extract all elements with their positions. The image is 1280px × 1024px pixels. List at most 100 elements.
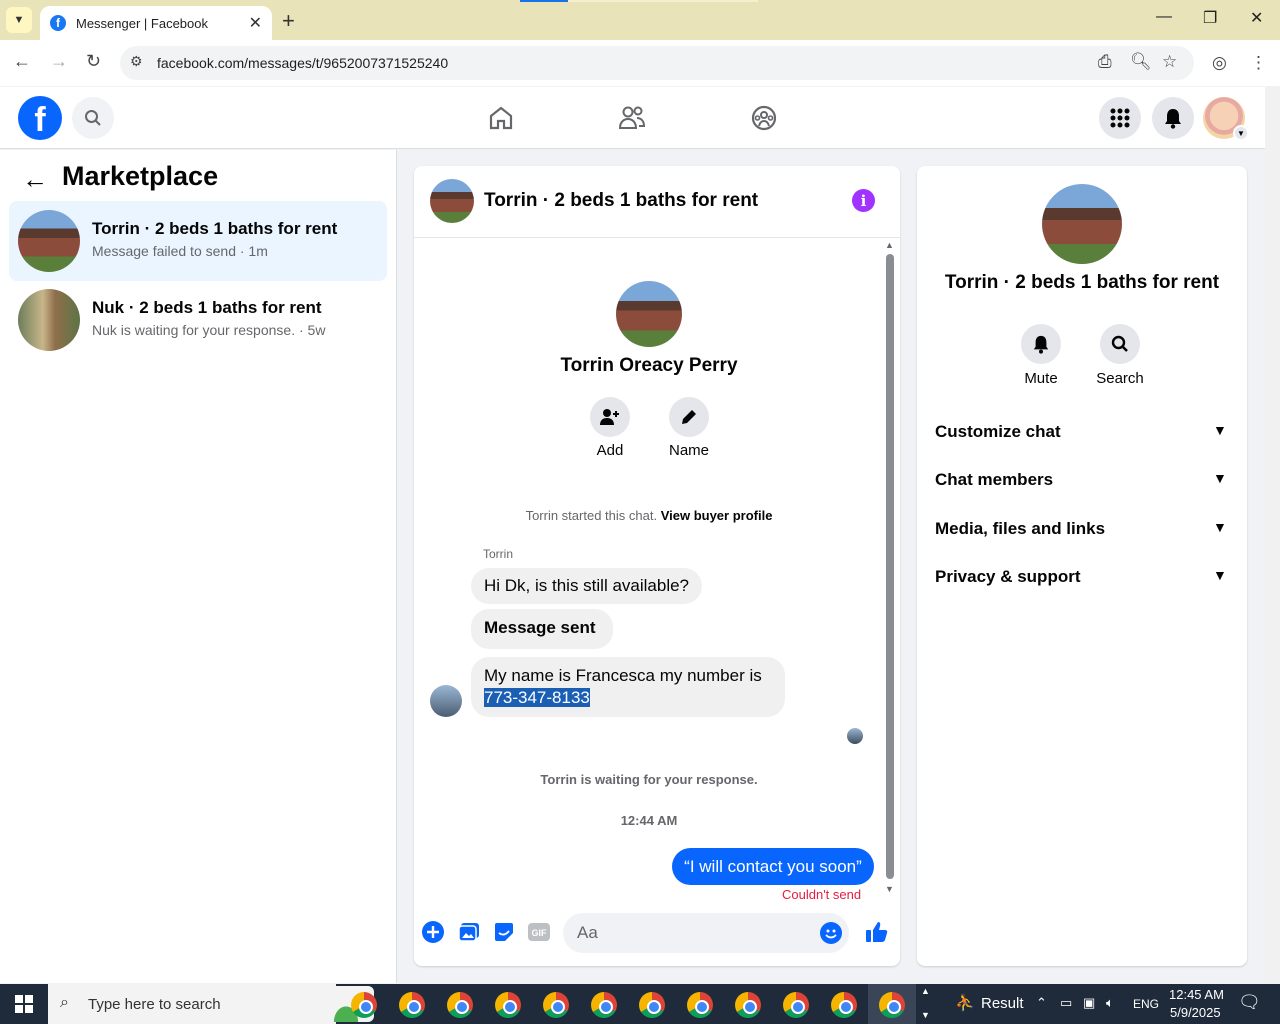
message-bubble[interactable]: My name is Francesca my number is 773-34…: [471, 657, 785, 717]
chrome-taskbar-icon[interactable]: [351, 992, 377, 1018]
friends-icon[interactable]: [615, 101, 649, 135]
taskbar-search-box[interactable]: ⌕ Type here to search: [48, 984, 374, 1024]
minimize-button[interactable]: —: [1156, 8, 1172, 26]
section-privacy-support[interactable]: Privacy & support ▼: [925, 555, 1239, 599]
active-taskbar-item[interactable]: [868, 984, 916, 1024]
chrome-taskbar-icon[interactable]: [495, 992, 521, 1018]
notification-center-icon[interactable]: 🗨︎: [1238, 992, 1261, 1013]
address-toolbar: ← → ↻ ⚙ facebook.com/messages/t/96520073…: [0, 40, 1280, 86]
send-error-text[interactable]: Couldn't send: [782, 887, 861, 902]
windows-start-icon[interactable]: [0, 984, 48, 1024]
nba-icon[interactable]: ⛹: [955, 993, 975, 1013]
tab-search-button[interactable]: ▼: [6, 7, 32, 33]
facebook-favicon-icon: f: [50, 15, 66, 31]
add-label: Add: [596, 442, 624, 459]
message-bubble[interactable]: Message sent: [471, 609, 613, 649]
message-timestamp: 12:44 AM: [620, 813, 678, 828]
mute-bell-icon[interactable]: [1021, 324, 1061, 364]
chat-header-title[interactable]: Torrin · 2 beds 1 baths for rent: [484, 190, 758, 212]
back-arrow-icon[interactable]: ←: [22, 164, 48, 195]
page-scrollbar[interactable]: [1265, 87, 1280, 983]
url-text[interactable]: facebook.com/messages/t/9652007371525240: [157, 55, 448, 71]
forward-button[interactable]: →: [50, 51, 68, 72]
section-label: Chat members: [935, 470, 1054, 489]
restore-button[interactable]: ❐: [1203, 8, 1217, 28]
reload-button[interactable]: ↻: [86, 51, 101, 72]
contact-name: Torrin Oreacy Perry: [560, 355, 738, 376]
chrome-taskbar-icon[interactable]: [543, 992, 569, 1018]
edit-name-pencil-icon[interactable]: [669, 397, 709, 437]
section-media-files-links[interactable]: Media, files and links ▼: [925, 507, 1239, 551]
chevron-down-icon: ▼: [1213, 567, 1227, 583]
profile-icon[interactable]: ◎: [1212, 53, 1227, 73]
chrome-taskbar-icon[interactable]: [591, 992, 617, 1018]
chrome-taskbar-icon[interactable]: [879, 992, 905, 1018]
home-icon[interactable]: [484, 101, 518, 135]
section-chat-members[interactable]: Chat members ▼: [925, 458, 1239, 502]
conversation-photo: [18, 289, 80, 351]
like-thumbs-up-icon[interactable]: [864, 920, 890, 944]
taskbar-scroll-down-icon[interactable]: ▼: [921, 1010, 930, 1020]
chevron-down-icon[interactable]: ▼: [1233, 125, 1249, 141]
selected-phone-number: 773-347-8133: [484, 688, 590, 707]
svg-text:GIF: GIF: [532, 928, 548, 938]
notifications-bell-icon[interactable]: [1152, 97, 1194, 139]
search-icon[interactable]: [72, 97, 114, 139]
contact-avatar: [616, 281, 682, 347]
message-bubble[interactable]: Hi Dk, is this still available?: [471, 568, 703, 604]
clock-time[interactable]: 12:45 AM: [1169, 987, 1224, 1002]
search-icon[interactable]: [1100, 324, 1140, 364]
back-button[interactable]: ←: [13, 51, 31, 72]
bookmark-star-icon[interactable]: ☆: [1162, 52, 1177, 72]
new-tab-button[interactable]: +: [282, 8, 295, 34]
network-icon[interactable]: ▣: [1083, 995, 1095, 1011]
zoom-icon[interactable]: 🔍︎: [1130, 52, 1152, 72]
browser-tab[interactable]: f Messenger | Facebook ✕: [40, 6, 272, 40]
gif-icon[interactable]: GIF: [527, 920, 551, 944]
tray-chevron-up-icon[interactable]: ⌃: [1036, 995, 1047, 1011]
section-customize-chat[interactable]: Customize chat ▼: [925, 410, 1239, 454]
view-buyer-profile-link[interactable]: View buyer profile: [661, 508, 773, 523]
chrome-taskbar-icon[interactable]: [735, 992, 761, 1018]
menu-grid-icon[interactable]: [1099, 97, 1141, 139]
scroll-up-arrow[interactable]: ▲: [885, 240, 894, 250]
emoji-icon[interactable]: [820, 922, 842, 944]
clock-date[interactable]: 5/9/2025: [1170, 1005, 1221, 1020]
my-message-bubble[interactable]: “I will contact you soon”: [672, 848, 874, 885]
conversation-item-nuk[interactable]: Nuk · 2 beds 1 baths for rent Nuk is wai…: [9, 280, 387, 360]
chat-scrollbar-thumb[interactable]: [886, 254, 894, 879]
meet-icon[interactable]: ▭: [1060, 995, 1072, 1011]
taskbar-scroll-up-icon[interactable]: ▲: [921, 986, 930, 996]
groups-icon[interactable]: [747, 101, 781, 135]
sender-avatar[interactable]: [430, 685, 462, 717]
site-info-icon[interactable]: ⚙: [130, 53, 143, 70]
conversation-item-torrin[interactable]: Torrin · 2 beds 1 baths for rent Message…: [9, 201, 387, 281]
section-label: Privacy & support: [935, 567, 1081, 586]
photo-icon[interactable]: [457, 920, 481, 944]
message-input[interactable]: [563, 913, 849, 953]
result-label[interactable]: Result: [981, 995, 1024, 1012]
chrome-taskbar-icon[interactable]: [783, 992, 809, 1018]
scroll-down-arrow[interactable]: ▼: [885, 884, 894, 894]
close-window-button[interactable]: ✕: [1250, 8, 1263, 28]
sticker-icon[interactable]: [492, 920, 516, 944]
info-icon[interactable]: i: [852, 189, 875, 212]
chrome-taskbar-icon[interactable]: [639, 992, 665, 1018]
chrome-taskbar-icon[interactable]: [447, 992, 473, 1018]
account-avatar[interactable]: ▼: [1203, 97, 1249, 141]
chrome-taskbar-icon[interactable]: [399, 992, 425, 1018]
chrome-taskbar-icon[interactable]: [687, 992, 713, 1018]
volume-icon[interactable]: 🔈︎: [1106, 995, 1114, 1011]
close-tab-icon[interactable]: ✕: [249, 13, 262, 33]
language-indicator[interactable]: ENG: [1133, 997, 1159, 1011]
add-person-icon[interactable]: [590, 397, 630, 437]
marketplace-sidebar: ← Marketplace Torrin · 2 beds 1 baths fo…: [0, 150, 397, 983]
facebook-logo-icon[interactable]: f: [18, 96, 62, 140]
install-app-icon[interactable]: ⎙: [1098, 52, 1112, 72]
plus-icon[interactable]: [421, 920, 445, 944]
menu-kebab-icon[interactable]: ⋮: [1250, 53, 1267, 73]
chrome-taskbar-icon[interactable]: [831, 992, 857, 1018]
chat-header-avatar[interactable]: [430, 179, 474, 223]
conversation-name: Nuk · 2 beds 1 baths for rent: [92, 298, 322, 317]
omnibox[interactable]: ⚙ facebook.com/messages/t/96520073715252…: [120, 46, 1194, 80]
